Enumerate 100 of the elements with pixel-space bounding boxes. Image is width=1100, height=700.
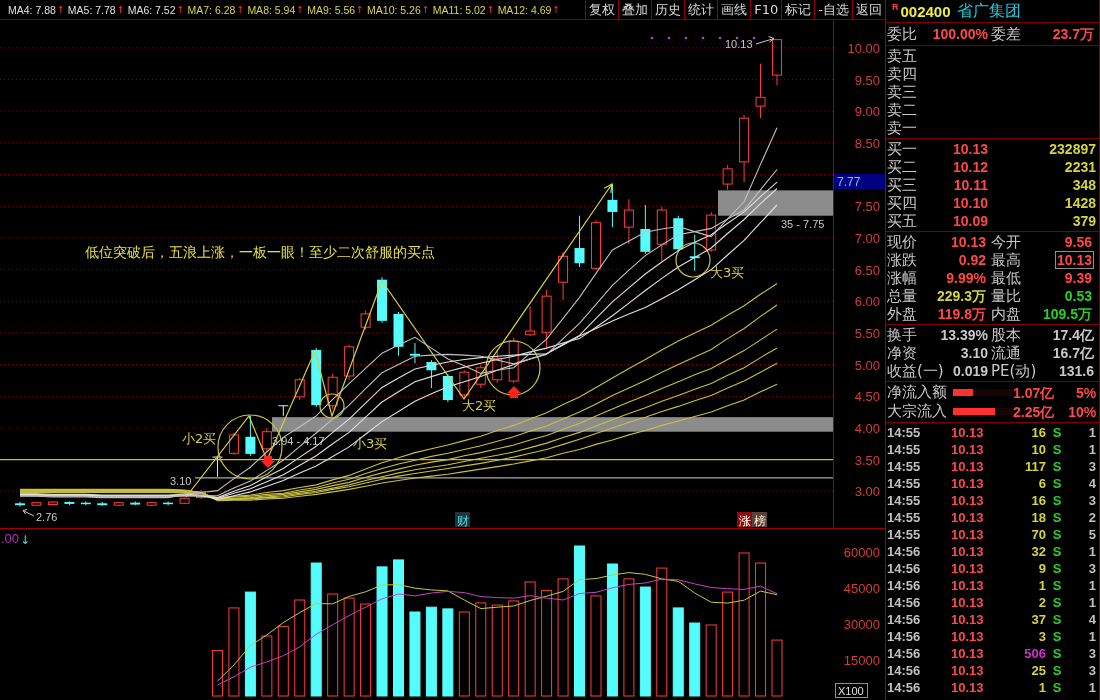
zone-range-label: 35 - 7.75	[781, 218, 825, 230]
trade-price: 10.13	[951, 646, 985, 661]
bid-volume: 2231	[1063, 159, 1096, 175]
quote-value: 10.13	[949, 233, 987, 251]
trend-arrow: ↑	[176, 4, 185, 15]
trend-arrow: ↑	[356, 4, 365, 15]
trade-side: S	[1051, 544, 1063, 559]
trade-side: S	[1051, 578, 1063, 593]
axis-label: 7.00	[854, 230, 880, 246]
moving-average-value: MA5: 7.78	[67, 3, 116, 16]
moving-average-value: MA9: 5.56	[307, 3, 356, 16]
trade-side: S	[1051, 510, 1063, 525]
trade-count: 1	[1087, 425, 1096, 440]
quote-label: 最低	[991, 269, 1021, 287]
trade-price: 10.13	[951, 510, 985, 525]
trade-price: 10.13	[951, 544, 985, 559]
bid-volume: 1428	[1063, 195, 1096, 211]
stock-letter-label: R	[892, 2, 899, 12]
quote-label: 量比	[991, 287, 1021, 305]
high-price-label: 10.13	[725, 38, 753, 50]
trade-price: 10.13	[951, 493, 985, 508]
order-book-label: 卖四	[887, 65, 917, 83]
trade-count: 4	[1087, 476, 1096, 491]
trade-side: S	[1051, 527, 1063, 542]
trade-count: 3	[1087, 646, 1096, 661]
axis-label: 5.50	[854, 325, 880, 341]
trade-count: 3	[1087, 493, 1096, 508]
bid-price: 10.12	[952, 159, 988, 175]
axis-label: 8.50	[854, 135, 880, 151]
quote-label: 现价	[887, 233, 917, 251]
quote-value: 9.99%	[945, 269, 987, 287]
trade-time: 14:55	[887, 527, 922, 542]
trade-volume: 16	[1030, 425, 1046, 440]
quote-label: 收益(一)	[887, 362, 944, 380]
bid-price: 10.10	[952, 195, 988, 211]
trade-price: 10.13	[951, 476, 985, 491]
order-book-label: 买一	[887, 140, 917, 158]
trade-count: 1	[1087, 442, 1096, 457]
order-book-label: 卖二	[887, 101, 917, 119]
unit-label: X100	[835, 683, 868, 698]
quote-label: 流通	[991, 344, 1021, 362]
stock-name: 省广集团	[956, 0, 1021, 22]
quote-value: 17.4亿	[1052, 327, 1094, 343]
trade-volume: 70	[1030, 527, 1046, 542]
trade-price: 10.13	[951, 459, 985, 474]
axis-label: 5.00	[854, 357, 880, 373]
trade-price: 10.13	[951, 680, 985, 695]
order-book-label: 买四	[887, 194, 917, 212]
quote-label: 涨跌	[887, 251, 917, 269]
trade-volume: 10	[1030, 442, 1046, 457]
order-book-label: 卖五	[887, 47, 917, 65]
buy-point-label: 小2买	[182, 431, 217, 446]
trade-side: S	[1051, 646, 1063, 661]
quote-label: 总量	[887, 287, 917, 305]
quote-value: 0.53	[1063, 287, 1093, 305]
trade-volume: 3	[1037, 629, 1046, 644]
trade-time: 14:56	[887, 612, 922, 627]
trade-volume: 25	[1030, 663, 1046, 678]
trade-side: S	[1051, 680, 1063, 695]
quote-value: 131.6	[1058, 363, 1094, 379]
order-book-label: 买三	[887, 176, 917, 194]
axis-label: 4.50	[854, 389, 880, 405]
trade-side: S	[1051, 476, 1063, 491]
trade-price: 10.13	[951, 578, 985, 593]
low-price-label: 2.76	[36, 511, 58, 523]
trade-volume: 117	[1024, 459, 1046, 474]
order-book-label: 卖一	[887, 119, 917, 137]
order-book-label: 买二	[887, 158, 917, 176]
trade-side: S	[1051, 561, 1063, 576]
trade-side: S	[1051, 442, 1063, 457]
axis-label: 45000	[843, 581, 880, 596]
trade-side: S	[1051, 595, 1063, 610]
trend-arrow: ↑	[236, 4, 245, 15]
trade-count: 1	[1087, 680, 1096, 695]
trade-price: 10.13	[951, 629, 985, 644]
quote-label: 净资	[887, 344, 917, 362]
trade-time: 14:55	[887, 442, 922, 457]
trade-time: 14:56	[887, 561, 922, 576]
price-tag: 7.77	[834, 174, 885, 189]
quote-value: 0.019	[952, 363, 988, 379]
trade-time: 14:56	[887, 646, 922, 661]
trend-arrow: ↓	[20, 533, 31, 547]
trade-time: 14:56	[887, 578, 922, 593]
flow-amount: 1.07亿	[1013, 384, 1055, 401]
flow-percent: 10%	[1067, 403, 1097, 420]
axis-label: 30000	[843, 617, 880, 632]
trade-price: 10.13	[951, 663, 985, 678]
axis-label: 6.00	[854, 294, 880, 310]
bid-volume: 232897	[1048, 141, 1096, 157]
trade-side: S	[1051, 663, 1063, 678]
order-book-label: 卖三	[887, 83, 917, 101]
flow-label: 大宗流入	[887, 403, 948, 420]
trade-count: 3	[1087, 663, 1096, 678]
trade-price: 10.13	[951, 425, 985, 440]
trade-price: 10.13	[951, 527, 985, 542]
axis-label: 60000	[843, 545, 880, 560]
trade-time: 14:55	[887, 510, 922, 525]
trade-price: 10.13	[951, 595, 985, 610]
trend-arrow: ↑	[116, 4, 125, 15]
bid-price: 10.13	[952, 141, 988, 157]
